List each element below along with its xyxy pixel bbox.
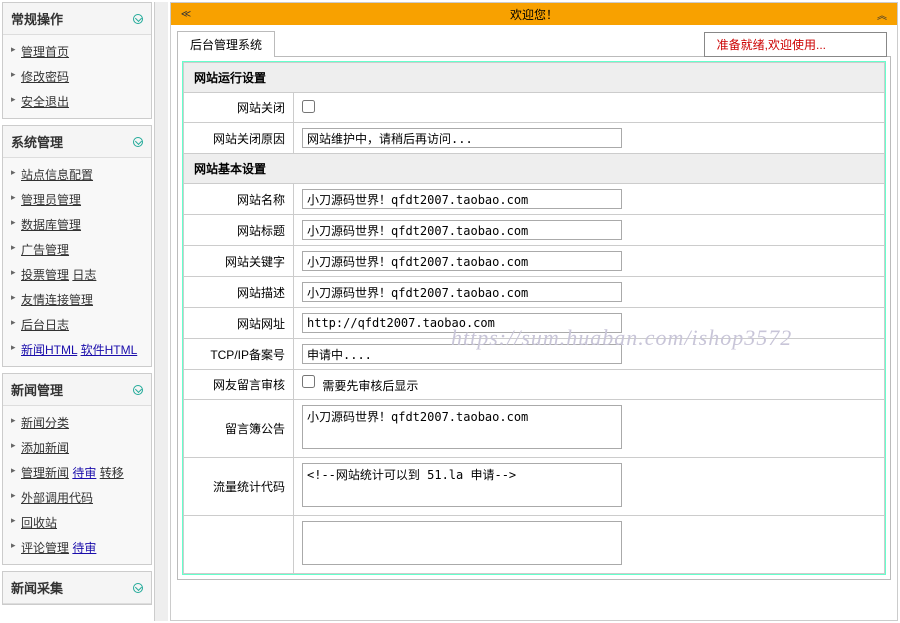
- panel-news: 新闻管理 新闻分类 添加新闻 管理新闻 待审 转移 外部调用代码 回收站 评论管…: [2, 373, 152, 565]
- guest-audit-checkbox[interactable]: [302, 375, 315, 388]
- chevron-down-icon[interactable]: [133, 137, 143, 147]
- status-message: 准备就绪,欢迎使用...: [704, 32, 887, 57]
- panel-title: 系统管理: [11, 132, 63, 151]
- section-header: 网站运行设置: [184, 63, 885, 93]
- section-header: 网站基本设置: [184, 154, 885, 184]
- field-label: TCP/IP备案号: [184, 339, 294, 370]
- sidebar-item[interactable]: 外部调用代码: [3, 485, 151, 510]
- chevron-down-icon[interactable]: [133, 583, 143, 593]
- sidebar-item[interactable]: 安全退出: [3, 89, 151, 114]
- sidebar-item[interactable]: 管理新闻: [21, 466, 69, 480]
- field-label: 网站标题: [184, 215, 294, 246]
- panel-title: 新闻管理: [11, 380, 63, 399]
- sidebar-item[interactable]: 回收站: [3, 510, 151, 535]
- guest-audit-text: 需要先审核后显示: [322, 379, 418, 393]
- tab-admin[interactable]: 后台管理系统: [177, 31, 275, 57]
- sidebar: 常规操作 管理首页 修改密码 安全退出 系统管理 站点信息配置 管理员管理 数据…: [2, 2, 152, 621]
- panel-header[interactable]: 新闻管理: [3, 374, 151, 406]
- field-label: 网站关键字: [184, 246, 294, 277]
- sidebar-item[interactable]: 评论管理: [21, 541, 69, 555]
- panel-title: 常规操作: [11, 9, 63, 28]
- field-label: 网站描述: [184, 277, 294, 308]
- sidebar-item-extra[interactable]: 日志: [72, 268, 96, 282]
- sidebar-item[interactable]: 站点信息配置: [3, 162, 151, 187]
- panel-header[interactable]: 常规操作: [3, 3, 151, 35]
- close-reason-input[interactable]: [302, 128, 622, 148]
- sidebar-item-extra2[interactable]: 转移: [100, 466, 124, 480]
- extra-textarea[interactable]: [302, 521, 622, 565]
- guest-notice-textarea[interactable]: [302, 405, 622, 449]
- sidebar-item[interactable]: 新闻HTML: [21, 343, 77, 357]
- chevron-left-icon[interactable]: ≪: [179, 7, 193, 21]
- sidebar-item[interactable]: 修改密码: [3, 64, 151, 89]
- sidebar-item[interactable]: 广告管理: [3, 237, 151, 262]
- sidebar-item[interactable]: 友情连接管理: [3, 287, 151, 312]
- icp-input[interactable]: [302, 344, 622, 364]
- sidebar-item[interactable]: 投票管理: [21, 268, 69, 282]
- field-label: 留言簿公告: [184, 400, 294, 458]
- panel-header[interactable]: 系统管理: [3, 126, 151, 158]
- site-title-input[interactable]: [302, 220, 622, 240]
- field-label: 网站名称: [184, 184, 294, 215]
- chevron-down-icon[interactable]: [133, 14, 143, 24]
- sidebar-item[interactable]: 管理员管理: [3, 187, 151, 212]
- sidebar-item[interactable]: 数据库管理: [3, 212, 151, 237]
- chevron-down-icon[interactable]: [133, 385, 143, 395]
- stats-code-textarea[interactable]: [302, 463, 622, 507]
- main-panel: ≪ 欢迎您！ ︽ 后台管理系统 准备就绪,欢迎使用... 网站运行设置 网站关闭: [170, 2, 898, 621]
- panel-collect: 新闻采集: [2, 571, 152, 605]
- site-desc-input[interactable]: [302, 282, 622, 302]
- site-name-input[interactable]: [302, 189, 622, 209]
- panel-title: 新闻采集: [11, 578, 63, 597]
- field-label: 网友留言审核: [184, 370, 294, 400]
- sidebar-item[interactable]: 添加新闻: [3, 435, 151, 460]
- sidebar-item[interactable]: 后台日志: [3, 312, 151, 337]
- titlebar: ≪ 欢迎您！ ︽: [171, 3, 897, 25]
- settings-form: 网站运行设置 网站关闭 网站关闭原因 网站基本设置 网站名称: [183, 62, 885, 574]
- field-label: [184, 516, 294, 574]
- panel-system: 系统管理 站点信息配置 管理员管理 数据库管理 广告管理 投票管理 日志 友情连…: [2, 125, 152, 367]
- sidebar-item[interactable]: 新闻分类: [3, 410, 151, 435]
- sidebar-item-extra[interactable]: 待审: [72, 541, 96, 555]
- titlebar-text: 欢迎您！: [510, 6, 558, 23]
- collapse-icon[interactable]: ︽: [875, 7, 889, 21]
- site-keywords-input[interactable]: [302, 251, 622, 271]
- scrollbar[interactable]: [154, 2, 168, 621]
- site-url-input[interactable]: [302, 313, 622, 333]
- site-close-checkbox[interactable]: [302, 100, 315, 113]
- panel-general: 常规操作 管理首页 修改密码 安全退出: [2, 2, 152, 119]
- sidebar-item[interactable]: 管理首页: [3, 39, 151, 64]
- field-label: 流量统计代码: [184, 458, 294, 516]
- sidebar-item-extra[interactable]: 待审: [72, 466, 96, 480]
- field-label: 网站关闭: [184, 93, 294, 123]
- field-label: 网站关闭原因: [184, 123, 294, 154]
- field-label: 网站网址: [184, 308, 294, 339]
- sidebar-item-extra[interactable]: 软件HTML: [81, 343, 138, 357]
- panel-header[interactable]: 新闻采集: [3, 572, 151, 604]
